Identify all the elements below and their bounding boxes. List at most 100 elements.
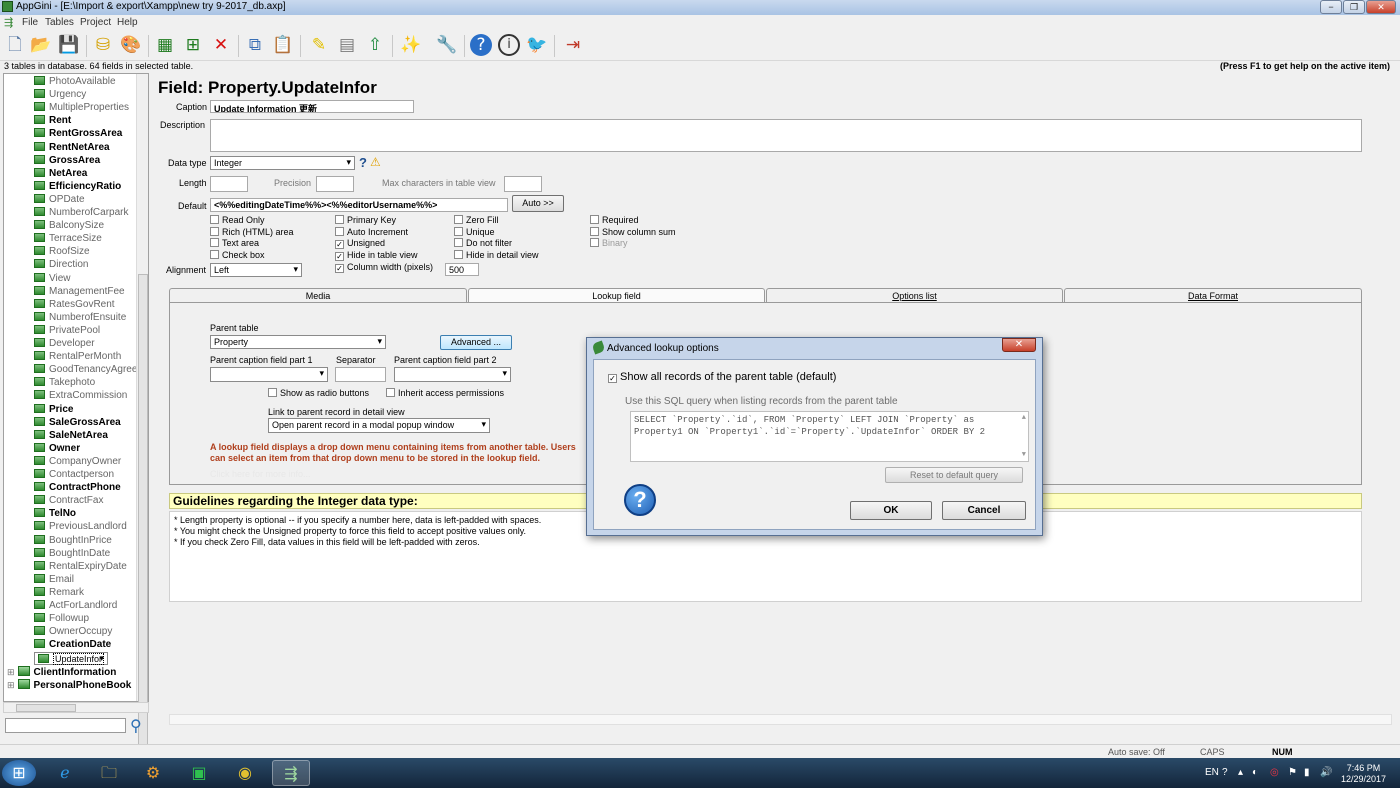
tree-field-companyowner[interactable]: CompanyOwner xyxy=(34,455,121,469)
tree-field-rentgrossarea[interactable]: RentGrossArea xyxy=(34,128,122,141)
tree-field-managementfee[interactable]: ManagementFee xyxy=(34,285,125,299)
show-all-records-checkbox[interactable]: ✓ Show all records of the parent table (d… xyxy=(608,371,836,383)
help-question-icon[interactable]: ? xyxy=(359,155,367,170)
main-horizontal-scrollbar[interactable] xyxy=(169,714,1392,725)
add-table-icon[interactable]: ⊞ xyxy=(182,34,204,56)
tree-field-rentnetarea[interactable]: RentNetArea xyxy=(34,141,110,155)
clock[interactable]: 7:46 PM 12/29/2017 xyxy=(1341,763,1386,785)
tab-lookup-field[interactable]: Lookup field xyxy=(468,288,765,303)
link-parent-select[interactable]: Open parent record in a modal popup wind… xyxy=(268,418,490,433)
tree-field-opdate[interactable]: OPDate xyxy=(34,193,85,207)
language-indicator[interactable]: EN xyxy=(1205,767,1219,778)
tree-field-multipleproperties[interactable]: MultipleProperties xyxy=(34,102,129,115)
delete-icon[interactable]: ✕ xyxy=(210,34,232,56)
parent-table-select[interactable]: Property xyxy=(210,335,386,349)
datatype-select[interactable]: Integer xyxy=(210,156,355,170)
tab-options-list[interactable]: Options list xyxy=(766,288,1063,303)
tray-chevron-icon[interactable]: ▴ xyxy=(1238,767,1243,778)
close-window-button[interactable]: ✕ xyxy=(1366,0,1396,14)
tree-field-rentalexpirydate[interactable]: RentalExpiryDate xyxy=(34,560,127,574)
show-column-sum-checkbox[interactable]: Show column sum xyxy=(590,226,676,237)
tools-icon[interactable]: 🔧 xyxy=(436,34,458,56)
tree-field-rentalpermonth[interactable]: RentalPerMonth xyxy=(34,351,121,364)
tree-search-input[interactable] xyxy=(5,718,126,733)
scrollbar-thumb[interactable] xyxy=(16,704,76,712)
tree-field-salegrossarea[interactable]: SaleGrossArea xyxy=(34,416,121,430)
tree-field-numberofcarpark[interactable]: NumberofCarpark xyxy=(34,207,128,220)
more-info-link[interactable]: Click here for more info... xyxy=(210,469,311,479)
separator-input[interactable] xyxy=(335,367,386,382)
menu-help[interactable]: Help xyxy=(117,17,138,28)
menu-tables[interactable]: Tables xyxy=(45,17,74,28)
magic-wand-icon[interactable]: ✨ xyxy=(400,34,422,56)
tree-field-rent[interactable]: Rent xyxy=(34,115,71,128)
scroll-down-arrow-icon[interactable]: ▼ xyxy=(1022,449,1026,461)
checkbox-box[interactable] xyxy=(335,215,344,224)
tree-field-boughtinprice[interactable]: BoughtInPrice xyxy=(34,534,112,548)
tree-field-grossarea[interactable]: GrossArea xyxy=(34,154,100,168)
caption-part1-select[interactable] xyxy=(210,367,328,382)
dialog-close-button[interactable]: ✕ xyxy=(1002,338,1036,352)
tree-field-goodtenancyagree[interactable]: GoodTenancyAgree xyxy=(34,364,137,377)
tree-field-ratesgovrent[interactable]: RatesGovRent xyxy=(34,298,115,312)
checkbox-box[interactable] xyxy=(590,226,599,236)
tree-field-balconysize[interactable]: BalconySize xyxy=(34,220,104,233)
warning-icon[interactable]: ⚠ xyxy=(370,155,381,169)
checkbox-box[interactable] xyxy=(454,238,463,248)
cancel-button[interactable]: Cancel xyxy=(942,501,1026,520)
checkbox-box[interactable] xyxy=(210,250,219,260)
save-icon[interactable]: 💾 xyxy=(58,34,80,56)
scroll-up-arrow-icon[interactable]: ▲ xyxy=(1022,412,1026,424)
project-tree[interactable]: PhotoAvailable Urgency MultipleProperties R… xyxy=(3,73,149,702)
tree-field-urgency[interactable]: Urgency xyxy=(34,89,86,102)
tree-horizontal-scrollbar[interactable] xyxy=(3,702,149,713)
checkbox-box[interactable]: ✓ xyxy=(335,240,344,250)
network-icon[interactable]: ▮ xyxy=(1304,767,1310,778)
tree-field-boughtindate[interactable]: BoughtInDate xyxy=(34,547,110,561)
tree-field-remark[interactable]: Remark xyxy=(34,586,84,600)
hide-in-detail-view-checkbox[interactable]: Hide in detail view xyxy=(454,250,539,260)
read-only-checkbox[interactable]: Read Only xyxy=(210,215,265,225)
checkbox-box[interactable]: ✓ xyxy=(335,263,344,273)
default-input[interactable]: <%%editingDateTime%%><%%editorUsername%%… xyxy=(210,198,508,212)
text-area-checkbox[interactable]: Text area xyxy=(210,238,259,248)
checkbox-box[interactable]: ✓ xyxy=(608,374,617,383)
checkbox-box[interactable] xyxy=(454,226,463,236)
app-menu-icon[interactable]: ⇶ xyxy=(4,16,13,29)
checkbox-box[interactable] xyxy=(454,215,463,224)
tree-field-numberofensuite[interactable]: NumberofEnsuite xyxy=(34,311,126,325)
auto-button[interactable]: Auto >> xyxy=(512,195,564,212)
checkbox-box[interactable] xyxy=(268,388,277,397)
inherit-permissions-checkbox[interactable]: Inherit access permissions xyxy=(386,388,504,398)
primary-key-checkbox[interactable]: Primary Key xyxy=(335,215,396,225)
new-file-icon[interactable]: 🗋 xyxy=(4,34,26,56)
tree-field-takephoto[interactable]: Takephoto xyxy=(34,377,95,390)
help-tray-icon[interactable]: ? xyxy=(1222,767,1228,778)
tree-field-roofsize[interactable]: RoofSize xyxy=(34,246,90,259)
terminal-app-icon[interactable]: ▣ xyxy=(180,760,218,786)
checkbox-box[interactable] xyxy=(210,238,219,248)
rich-html-area-checkbox[interactable]: Rich (HTML) area xyxy=(210,226,294,237)
tree-field-followup[interactable]: Followup xyxy=(34,613,89,626)
tree-table-personalphonebook[interactable]: ⊞ PersonalPhoneBook xyxy=(7,678,131,692)
copy-icon[interactable]: ⧉ xyxy=(244,34,266,56)
action-center-icon[interactable]: ⚑ xyxy=(1288,767,1297,778)
tree-field-efficiencyratio[interactable]: EfficiencyRatio xyxy=(34,180,121,194)
checkbox-box[interactable] xyxy=(454,250,463,260)
ok-button[interactable]: OK xyxy=(850,501,932,520)
required-checkbox[interactable]: Required xyxy=(590,215,639,225)
maxchars-input[interactable] xyxy=(504,176,542,192)
xampp-icon[interactable]: ⚙ xyxy=(134,760,172,786)
caption-input[interactable]: Update Information 更新 xyxy=(210,100,414,113)
antivirus-icon[interactable]: ◎ xyxy=(1270,767,1279,778)
check-box-checkbox[interactable]: Check box xyxy=(210,250,265,260)
checkbox-box[interactable] xyxy=(210,215,219,224)
do-not-filter-checkbox[interactable]: Do not filter xyxy=(454,238,512,248)
length-input[interactable] xyxy=(210,176,248,192)
tree-table-clientinformation[interactable]: ⊞ ClientInformation xyxy=(7,665,116,679)
table-grid-icon[interactable]: ▦ xyxy=(154,34,176,56)
tree-field-price[interactable]: Price xyxy=(34,403,73,417)
exit-icon[interactable]: ⇥ xyxy=(562,34,584,56)
tree-field-owner[interactable]: Owner xyxy=(34,442,80,456)
tree-field-view[interactable]: View xyxy=(34,272,71,286)
